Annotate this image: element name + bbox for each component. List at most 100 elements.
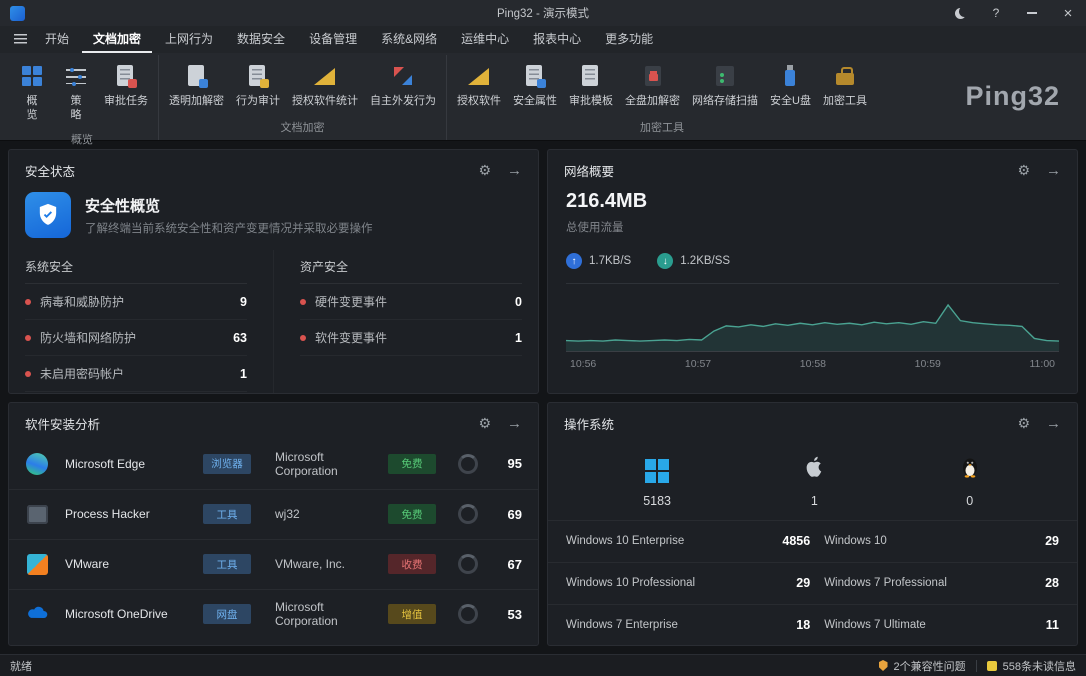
software-analysis-card: 软件安装分析 ⚙ → Microsoft Edge 浏览器 Microsoft … [8, 402, 539, 647]
ribbon-group-label: 文档加密 [163, 115, 442, 140]
minimize-button[interactable] [1024, 5, 1040, 21]
ribbon-button-label: 网络存储扫描 [692, 94, 758, 108]
minimize-icon [1027, 12, 1037, 14]
tab-device-management[interactable]: 设备管理 [298, 25, 368, 53]
compatibility-issues[interactable]: 2个兼容性问题 [879, 658, 966, 674]
item-value: 1 [240, 367, 247, 381]
category-badge: 网盘 [203, 604, 251, 624]
score-gauge-icon [458, 554, 478, 574]
tab-data-security[interactable]: 数据安全 [226, 25, 296, 53]
gear-icon[interactable]: ⚙ [1017, 162, 1030, 179]
moon-icon [955, 8, 966, 19]
software-score: 67 [488, 557, 522, 572]
licensed-software-stats-ruler-icon [312, 63, 338, 89]
file-menu-button[interactable] [8, 27, 32, 51]
ribbon-button-licensed-software[interactable]: 授权软件 [451, 55, 507, 112]
ribbon-button-policy[interactable]: 策略 [54, 55, 98, 127]
encryption-toolbox-icon [832, 63, 858, 89]
ribbon-button-label: 行为审计 [236, 94, 280, 108]
ribbon-button-network-storage-scan[interactable]: 网络存储扫描 [686, 55, 764, 112]
list-item[interactable]: 病毒和威胁防护 9 [25, 284, 247, 320]
list-item[interactable]: 防火墙和网络防护 63 [25, 320, 247, 356]
approval-tasks-doc-icon [113, 63, 139, 89]
upload-arrow-icon: ↑ [566, 253, 582, 269]
os-version-label: Windows 7 Enterprise [566, 619, 738, 631]
status-ready-label: 就绪 [10, 658, 32, 674]
list-item[interactable]: 软件变更事件 1 [300, 320, 522, 356]
behavior-audit-doc-icon [245, 63, 271, 89]
network-storage-scan-server-icon [712, 63, 738, 89]
licensed-software-ruler-icon [466, 63, 492, 89]
ribbon-button-label: 授权软件 [457, 94, 501, 108]
theme-toggle-button[interactable] [952, 5, 968, 21]
apple-logo-icon [801, 453, 827, 484]
ribbon-button-self-outgoing[interactable]: 自主外发行为 [364, 55, 442, 112]
os-version-label: Windows 7 Ultimate [824, 619, 1005, 631]
unread-messages[interactable]: 558条未读信息 [987, 658, 1076, 674]
tab-more-features[interactable]: 更多功能 [594, 25, 664, 53]
alert-dot-icon [25, 335, 31, 341]
help-button[interactable]: ? [988, 5, 1004, 21]
apple-platform: 1 [801, 453, 827, 508]
item-value: 63 [233, 331, 247, 345]
os-version-count: 28 [1019, 576, 1059, 590]
table-row[interactable]: Windows 10 Professional 29 Windows 7 Pro… [548, 562, 1077, 604]
os-version-count: 18 [752, 618, 810, 632]
ribbon-button-label: 概览 [26, 94, 39, 123]
time-tick: 10:58 [800, 358, 826, 370]
table-row[interactable]: Windows 10 Enterprise 4856 Windows 10 29 [548, 520, 1077, 562]
list-item[interactable]: 未启用密码帐户 1 [25, 356, 247, 392]
ribbon-button-approval-tasks[interactable]: 审批任务 [98, 55, 154, 112]
ribbon-button-full-disk-encryption[interactable]: 全盘加解密 [619, 55, 686, 112]
ribbon-button-security-attributes[interactable]: 安全属性 [507, 55, 563, 112]
ribbon-button-behavior-audit[interactable]: 行为审计 [230, 55, 286, 112]
ribbon-button-encryption-tools[interactable]: 加密工具 [817, 55, 873, 112]
statusbar-divider [976, 660, 977, 672]
unread-messages-label: 558条未读信息 [1003, 658, 1076, 674]
item-label: 防火墙和网络防护 [40, 329, 136, 346]
ribbon-button-overview[interactable]: 概览 [10, 55, 54, 127]
software-score: 53 [488, 607, 522, 622]
tab-doc-encryption[interactable]: 文档加密 [82, 25, 152, 53]
software-vendor: VMware, Inc. [275, 557, 378, 571]
item-value: 9 [240, 295, 247, 309]
full-disk-encryption-lock-icon [640, 63, 666, 89]
gear-icon[interactable]: ⚙ [478, 415, 491, 432]
list-item[interactable]: 硬件变更事件 0 [300, 284, 522, 320]
ribbon-logo: Ping32 [965, 81, 1060, 112]
tab-ops-center[interactable]: 运维中心 [450, 25, 520, 53]
gear-icon[interactable]: ⚙ [1017, 415, 1030, 432]
software-row[interactable]: Process Hacker 工具 wj32 免费 69 [9, 489, 538, 539]
ribbon-group-doc-encryption: 透明加解密 行为审计 授权软件统计 自主外发行为 文档加密 [159, 55, 447, 140]
platform-count: 1 [811, 494, 818, 508]
ribbon-button-approval-template[interactable]: 审批模板 [563, 55, 619, 112]
ribbon-group-overview: 概览 策略 审批任务 概览 [6, 55, 159, 140]
tab-start[interactable]: 开始 [34, 25, 80, 53]
ribbon-button-label: 授权软件统计 [292, 94, 358, 108]
ribbon-button-licensed-software-stats[interactable]: 授权软件统计 [286, 55, 364, 112]
ribbon-button-label: 审批模板 [569, 94, 613, 108]
close-button[interactable]: × [1060, 5, 1076, 21]
gear-icon[interactable]: ⚙ [478, 162, 491, 179]
arrow-right-icon[interactable]: → [1046, 415, 1061, 432]
linux-platform: 0 [958, 453, 982, 508]
table-row[interactable]: Windows 7 Enterprise 18 Windows 7 Ultima… [548, 604, 1077, 646]
software-row[interactable]: Microsoft OneDrive 网盘 Microsoft Corporat… [9, 589, 538, 639]
process-hacker-app-icon [25, 502, 49, 526]
ribbon-button-label: 安全U盘 [770, 94, 811, 108]
section-title: 资产安全 [300, 250, 522, 284]
tab-system-network[interactable]: 系统&网络 [370, 25, 448, 53]
software-row[interactable]: VMware 工具 VMware, Inc. 收费 67 [9, 539, 538, 589]
tab-report-center[interactable]: 报表中心 [522, 25, 592, 53]
software-name: VMware [65, 557, 193, 571]
arrow-right-icon[interactable]: → [507, 415, 522, 432]
arrow-right-icon[interactable]: → [507, 162, 522, 179]
tab-web-behavior[interactable]: 上网行为 [154, 25, 224, 53]
ribbon-toolbar: 概览 策略 审批任务 概览 透明加解密 行为审计 [0, 53, 1086, 141]
ribbon-button-transparent-encryption[interactable]: 透明加解密 [163, 55, 230, 112]
upload-speed-value: 1.7KB/S [589, 255, 631, 267]
network-traffic-chart: 10:56 10:57 10:58 10:59 11:00 [566, 283, 1059, 370]
software-row[interactable]: Microsoft Edge 浏览器 Microsoft Corporation… [9, 439, 538, 489]
arrow-right-icon[interactable]: → [1046, 162, 1061, 179]
ribbon-button-secure-usb[interactable]: 安全U盘 [764, 55, 817, 112]
